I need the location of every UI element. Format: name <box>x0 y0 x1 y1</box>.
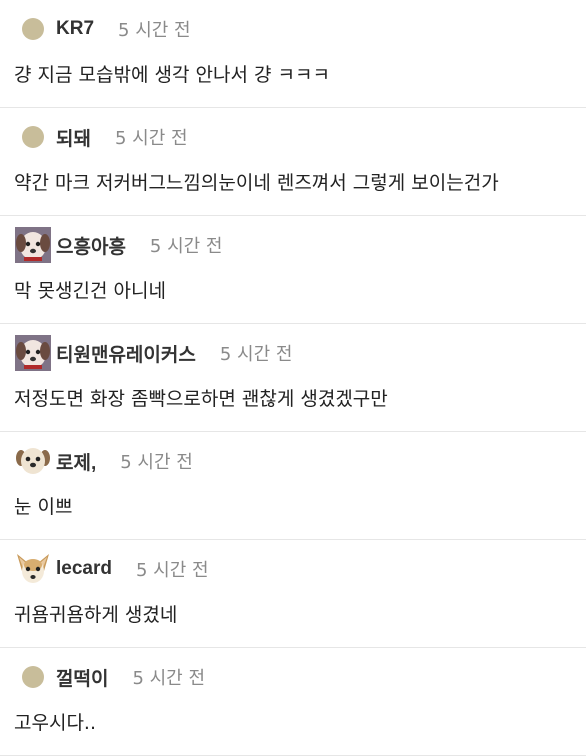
comment-header: 으흥아흥 5 시간 전 <box>14 226 572 264</box>
comment-text: 막 못생긴건 아니네 <box>14 280 166 302</box>
dog-avatar-icon[interactable] <box>14 226 52 264</box>
comment-author[interactable]: 으흥아흥 <box>56 232 126 259</box>
comment-text: 고우시다.. <box>14 712 96 734</box>
comment-item: 으흥아흥 5 시간 전 막 못생긴건 아니네 <box>0 216 586 324</box>
comment-author[interactable]: 티원맨유레이커스 <box>56 340 196 367</box>
comment-timestamp: 5 시간 전 <box>114 128 188 149</box>
comment-text: 눈 이쁘 <box>14 496 73 518</box>
comment-text: 저정도면 화장 좀빡으로하면 괜찮게 생겼겠구만 <box>14 388 388 410</box>
comment-item: lecard 5 시간 전 귀욤귀욤하게 생겼네 <box>0 540 586 648</box>
comment-timestamp: 5 시간 전 <box>132 668 206 689</box>
comment-header: KR7 5 시간 전 <box>14 10 572 48</box>
comment-item: 로제, 5 시간 전 눈 이쁘 <box>0 432 586 540</box>
chihuahua-avatar-icon[interactable] <box>14 550 52 588</box>
comment-author[interactable]: 껄떡이 <box>56 664 108 691</box>
default-avatar-icon[interactable] <box>14 10 52 48</box>
comment-timestamp: 5 시간 전 <box>135 560 209 581</box>
comment-timestamp: 5 시간 전 <box>149 236 223 257</box>
comment-item: KR7 5 시간 전 걍 지금 모습밖에 생각 안나서 걍 ㅋㅋㅋ <box>0 0 586 108</box>
default-avatar-icon[interactable] <box>14 118 52 156</box>
default-avatar-icon[interactable] <box>14 658 52 696</box>
puppy-avatar-icon[interactable] <box>14 442 52 480</box>
comment-item: 되돼 5 시간 전 약간 마크 저커버그느낌의눈이네 렌즈껴서 그렇게 보이는건… <box>0 108 586 216</box>
comment-text: 약간 마크 저커버그느낌의눈이네 렌즈껴서 그렇게 보이는건가 <box>14 172 499 194</box>
comment-item: 껄떡이 5 시간 전 고우시다.. <box>0 648 586 756</box>
dog-avatar-icon[interactable] <box>14 334 52 372</box>
comment-timestamp: 5 시간 전 <box>120 452 193 473</box>
comment-header: 로제, 5 시간 전 <box>14 442 572 480</box>
comment-item: 티원맨유레이커스 5 시간 전 저정도면 화장 좀빡으로하면 괜찮게 생겼겠구만 <box>0 324 586 432</box>
comment-timestamp: 5 시간 전 <box>118 20 191 41</box>
comment-text: 걍 지금 모습밖에 생각 안나서 걍 ㅋㅋㅋ <box>14 64 330 86</box>
comment-author[interactable]: KR7 <box>56 18 94 40</box>
comment-header: 되돼 5 시간 전 <box>14 118 572 156</box>
comment-header: lecard 5 시간 전 <box>14 550 572 588</box>
comment-header: 티원맨유레이커스 5 시간 전 <box>14 334 572 372</box>
comment-timestamp: 5 시간 전 <box>219 344 293 365</box>
comment-text: 귀욤귀욤하게 생겼네 <box>14 604 178 626</box>
comment-header: 껄떡이 5 시간 전 <box>14 658 572 696</box>
comment-author[interactable]: 되돼 <box>56 124 91 151</box>
comment-author[interactable]: 로제, <box>56 448 96 475</box>
comment-author[interactable]: lecard <box>56 558 112 580</box>
